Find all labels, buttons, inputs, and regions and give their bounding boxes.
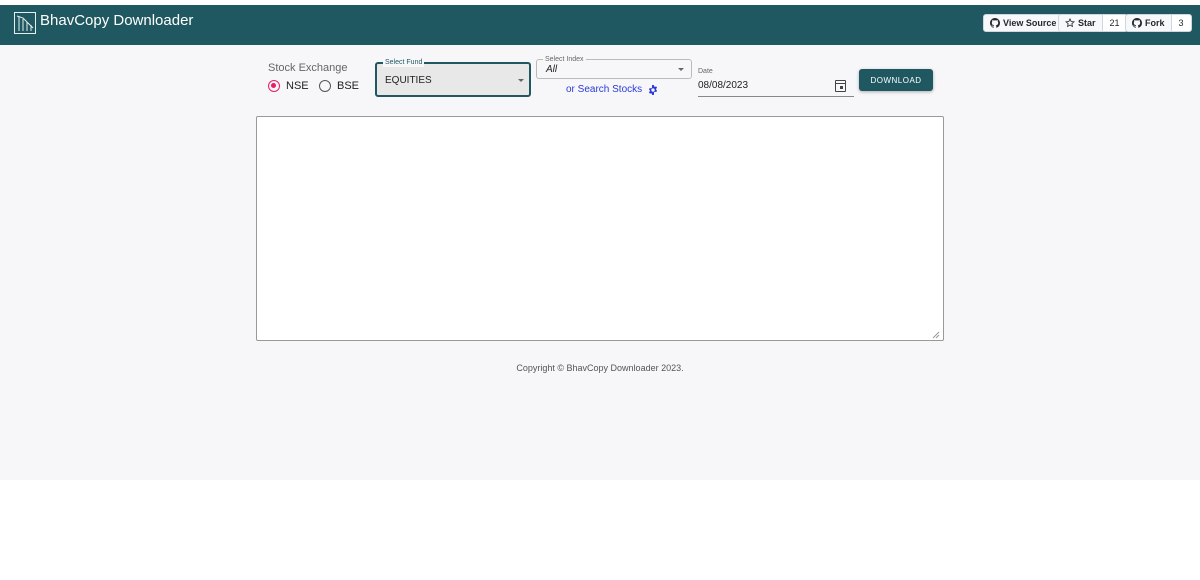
logo-icon bbox=[14, 12, 36, 34]
fork-count[interactable]: 3 bbox=[1170, 15, 1191, 31]
output-textarea[interactable] bbox=[256, 116, 944, 341]
radio-bse[interactable]: BSE bbox=[319, 80, 359, 92]
radio-bse-label: BSE bbox=[337, 80, 360, 92]
star-count[interactable]: 21 bbox=[1101, 15, 1127, 31]
github-icon bbox=[990, 18, 1000, 28]
footer-copyright: Copyright © BhavCopy Downloader 2023. bbox=[516, 363, 684, 373]
star-icon bbox=[1065, 18, 1075, 28]
date-value: 08/08/2023 bbox=[698, 80, 749, 91]
navbar: BhavCopy Downloader View Source Star 21 bbox=[0, 5, 1200, 45]
brand-title[interactable]: BhavCopy Downloader bbox=[40, 12, 193, 29]
radio-nse-label: NSE bbox=[286, 80, 309, 92]
select-index-dropdown[interactable]: Select Index All bbox=[536, 55, 692, 79]
stock-exchange-label: Stock Exchange bbox=[268, 62, 348, 74]
caret-down-icon bbox=[678, 68, 684, 71]
select-fund-legend: Select Fund bbox=[383, 58, 425, 67]
view-source-button[interactable]: View Source bbox=[983, 14, 1064, 32]
select-fund-dropdown[interactable]: Select Fund EQUITIES bbox=[375, 58, 531, 97]
view-source-label: View Source bbox=[1003, 18, 1057, 28]
star-button[interactable]: Star 21 bbox=[1058, 14, 1128, 32]
calendar-icon[interactable] bbox=[835, 80, 846, 92]
select-fund-value: EQUITIES bbox=[385, 75, 432, 86]
radio-nse[interactable]: NSE bbox=[268, 80, 309, 92]
date-input[interactable]: 08/08/2023 bbox=[698, 79, 854, 97]
resize-grip-icon[interactable] bbox=[932, 331, 940, 339]
app-root: BhavCopy Downloader View Source Star 21 bbox=[0, 0, 1200, 480]
radio-nse-circle[interactable] bbox=[268, 80, 280, 92]
fork-button[interactable]: Fork 3 bbox=[1125, 14, 1192, 32]
search-stocks-link[interactable]: or Search Stocks bbox=[566, 84, 658, 95]
fork-label: Fork bbox=[1145, 18, 1165, 28]
select-index-value: All bbox=[546, 64, 558, 75]
star-label: Star bbox=[1078, 18, 1096, 28]
download-button[interactable]: DOWNLOAD bbox=[859, 69, 933, 91]
select-index-legend: Select Index bbox=[543, 55, 586, 64]
caret-down-icon bbox=[518, 79, 524, 82]
gear-icon[interactable] bbox=[648, 84, 658, 95]
search-stocks-label: or Search Stocks bbox=[566, 84, 643, 95]
github-icon bbox=[1132, 18, 1142, 28]
radio-bse-circle[interactable] bbox=[319, 80, 331, 92]
date-label: Date bbox=[698, 68, 713, 75]
